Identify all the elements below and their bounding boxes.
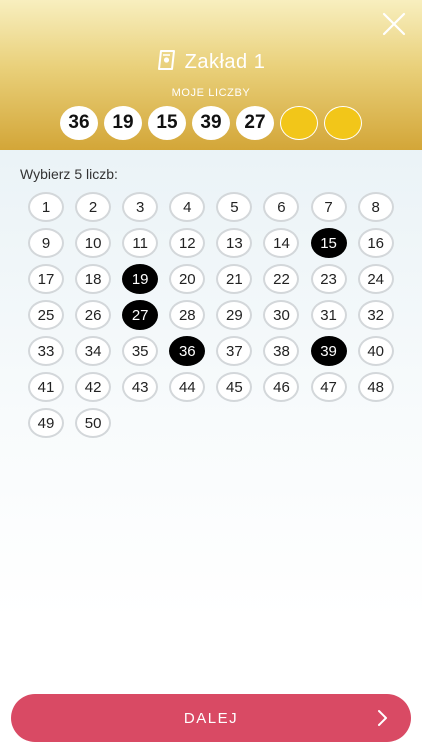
selected-number-ball: 15 bbox=[148, 106, 186, 140]
number-46-button[interactable]: 46 bbox=[263, 372, 300, 402]
selected-number-ball: 27 bbox=[236, 106, 274, 140]
title-row: Zakład 1 bbox=[0, 47, 422, 77]
number-27-button[interactable]: 27 bbox=[122, 300, 159, 330]
number-25-button[interactable]: 25 bbox=[28, 300, 64, 330]
number-5-button[interactable]: 5 bbox=[216, 192, 253, 222]
number-grid: 1 2 3 4 5 6 7 8 9 10 11 12 13 14 15 16 17 18 19 20 21 22 23 24 2… bbox=[28, 192, 398, 438]
number-18-button[interactable]: 18 bbox=[75, 264, 112, 294]
number-6-button[interactable]: 6 bbox=[263, 192, 300, 222]
number-23-button[interactable]: 23 bbox=[310, 264, 347, 294]
close-icon bbox=[382, 12, 406, 41]
number-22-button[interactable]: 22 bbox=[263, 264, 300, 294]
number-40-button[interactable]: 40 bbox=[357, 336, 394, 366]
number-34-button[interactable]: 34 bbox=[75, 336, 112, 366]
number-44-button[interactable]: 44 bbox=[169, 372, 206, 402]
header: Zakład 1 MOJE LICZBY 36 19 15 39 27 bbox=[0, 0, 422, 150]
selected-number-ball: 36 bbox=[60, 106, 98, 140]
close-button[interactable] bbox=[378, 10, 410, 42]
number-47-button[interactable]: 47 bbox=[310, 372, 347, 402]
selected-number-ball: 39 bbox=[192, 106, 230, 140]
number-31-button[interactable]: 31 bbox=[310, 300, 347, 330]
number-37-button[interactable]: 37 bbox=[216, 336, 253, 366]
selected-number-ball: 19 bbox=[104, 106, 142, 140]
chevron-right-icon bbox=[377, 709, 389, 731]
number-49-button[interactable]: 49 bbox=[28, 408, 64, 438]
number-50-button[interactable]: 50 bbox=[75, 408, 112, 438]
number-19-button[interactable]: 19 bbox=[122, 264, 159, 294]
number-15-button[interactable]: 15 bbox=[310, 228, 347, 258]
number-32-button[interactable]: 32 bbox=[357, 300, 394, 330]
number-16-button[interactable]: 16 bbox=[357, 228, 394, 258]
number-29-button[interactable]: 29 bbox=[216, 300, 253, 330]
next-button[interactable]: DALEJ bbox=[11, 694, 411, 742]
empty-number-slot bbox=[280, 106, 318, 140]
number-8-button[interactable]: 8 bbox=[357, 192, 394, 222]
number-7-button[interactable]: 7 bbox=[310, 192, 347, 222]
number-11-button[interactable]: 11 bbox=[122, 228, 159, 258]
number-1-button[interactable]: 1 bbox=[28, 192, 64, 222]
number-33-button[interactable]: 33 bbox=[28, 336, 64, 366]
selected-numbers: 36 19 15 39 27 bbox=[0, 106, 422, 142]
number-24-button[interactable]: 24 bbox=[357, 264, 394, 294]
number-20-button[interactable]: 20 bbox=[169, 264, 206, 294]
instruction-label: Wybierz 5 liczb: bbox=[20, 166, 118, 182]
number-38-button[interactable]: 38 bbox=[263, 336, 300, 366]
next-button-label: DALEJ bbox=[183, 709, 239, 727]
empty-number-slot bbox=[324, 106, 362, 140]
my-numbers-label: MOJE LICZBY bbox=[171, 87, 251, 99]
number-21-button[interactable]: 21 bbox=[216, 264, 253, 294]
number-12-button[interactable]: 12 bbox=[169, 228, 206, 258]
number-48-button[interactable]: 48 bbox=[357, 372, 394, 402]
page-title: Zakład 1 bbox=[184, 50, 266, 73]
number-41-button[interactable]: 41 bbox=[28, 372, 64, 402]
ticket-icon bbox=[157, 49, 177, 76]
number-36-button[interactable]: 36 bbox=[169, 336, 206, 366]
number-30-button[interactable]: 30 bbox=[263, 300, 300, 330]
number-3-button[interactable]: 3 bbox=[122, 192, 159, 222]
number-2-button[interactable]: 2 bbox=[75, 192, 112, 222]
number-39-button[interactable]: 39 bbox=[310, 336, 347, 366]
number-45-button[interactable]: 45 bbox=[216, 372, 253, 402]
number-42-button[interactable]: 42 bbox=[75, 372, 112, 402]
number-35-button[interactable]: 35 bbox=[122, 336, 159, 366]
number-43-button[interactable]: 43 bbox=[122, 372, 159, 402]
number-10-button[interactable]: 10 bbox=[75, 228, 112, 258]
number-17-button[interactable]: 17 bbox=[28, 264, 64, 294]
number-9-button[interactable]: 9 bbox=[28, 228, 64, 258]
number-28-button[interactable]: 28 bbox=[169, 300, 206, 330]
number-4-button[interactable]: 4 bbox=[169, 192, 206, 222]
number-14-button[interactable]: 14 bbox=[263, 228, 300, 258]
number-13-button[interactable]: 13 bbox=[216, 228, 253, 258]
number-26-button[interactable]: 26 bbox=[75, 300, 112, 330]
